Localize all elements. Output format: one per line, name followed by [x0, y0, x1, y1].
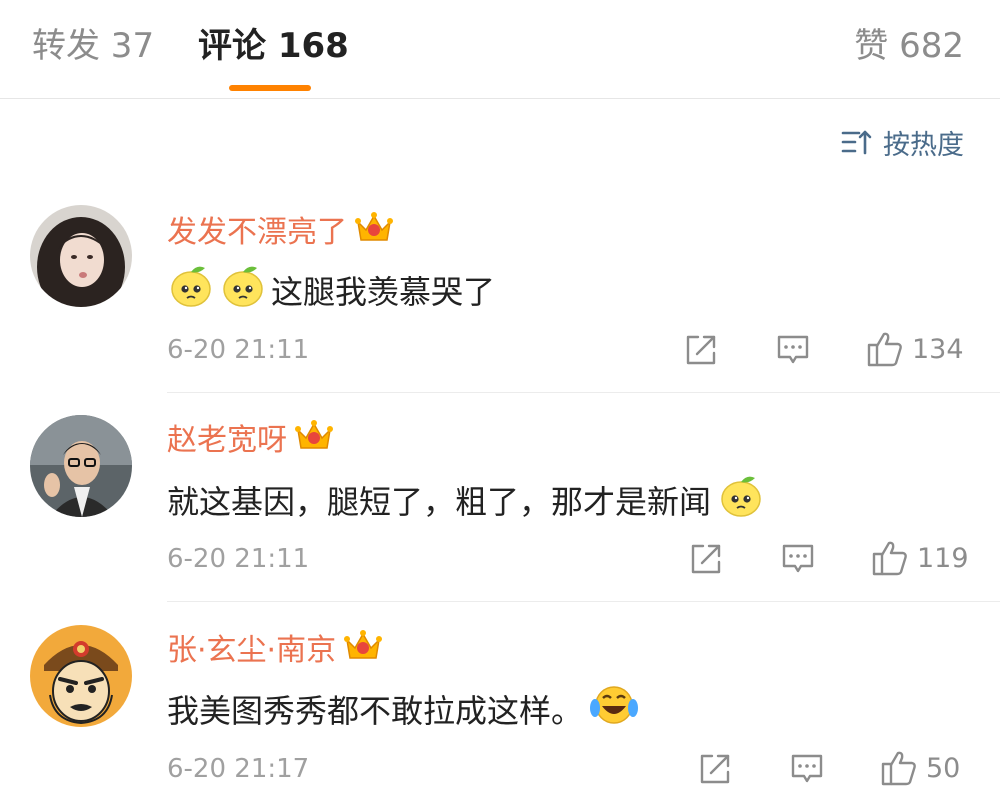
like-count: 119 [917, 542, 969, 574]
comment-time: 6-20 21:11 [167, 335, 310, 365]
comment-icon [791, 754, 823, 783]
vip-crown-icon [295, 418, 333, 463]
comment-icon [777, 335, 809, 364]
sort-button[interactable]: 按热度 [841, 120, 964, 164]
reply-button[interactable] [790, 753, 824, 785]
comment-content: 这腿我羡慕哭了 [167, 262, 495, 322]
reply-button[interactable] [781, 543, 815, 575]
comment-text: 我美图秀秀都不敢拉成这样。 [167, 692, 584, 730]
comment-time: 6-20 21:11 [167, 544, 310, 574]
username-text: 发发不漂亮了 [167, 214, 347, 250]
comment-username[interactable]: 赵老宽呀 [167, 418, 333, 463]
tab-comments[interactable]: 评论 168 [198, 22, 349, 70]
username-text: 赵老宽呀 [167, 422, 287, 458]
tab-repost[interactable]: 转发 37 [32, 22, 154, 70]
lemon-emoji-icon [717, 472, 765, 532]
avatar[interactable] [30, 205, 132, 307]
active-tab-indicator [229, 85, 311, 91]
like-button[interactable]: 50 [880, 749, 960, 787]
like-count: 134 [912, 333, 964, 365]
repost-icon [700, 754, 730, 784]
comment-icon [782, 544, 814, 573]
comment-username[interactable]: 张·玄尘·南京 [167, 628, 383, 673]
divider [167, 601, 1000, 602]
comment-username[interactable]: 发发不漂亮了 [167, 210, 393, 255]
sort-icon [841, 130, 872, 155]
avatar[interactable] [30, 415, 132, 517]
comment-text: 就这基因，腿短了，粗了，那才是新闻 [167, 483, 712, 521]
repost-button[interactable] [684, 333, 718, 367]
thumbs-up-icon [881, 751, 916, 786]
thumbs-up-icon [867, 332, 902, 367]
repost-icon [691, 544, 721, 574]
divider [167, 392, 1000, 393]
lemon-emoji-icon [219, 262, 267, 322]
repost-button[interactable] [689, 542, 723, 576]
thumbs-up-icon [872, 541, 907, 576]
comment-time: 6-20 21:17 [167, 754, 310, 784]
comment-text: 这腿我羡慕哭了 [271, 273, 496, 311]
comment-content: 我美图秀秀都不敢拉成这样。 [167, 682, 643, 740]
repost-button[interactable] [698, 752, 732, 786]
comment-content: 就这基因，腿短了，粗了，那才是新闻 [167, 472, 769, 532]
tab-likes[interactable]: 赞 682 [854, 22, 964, 70]
like-button[interactable]: 134 [866, 330, 964, 368]
laugh-cry-emoji-icon [589, 682, 639, 740]
comment-tabs: 转发 37 评论 168 赞 682 [0, 0, 1000, 99]
username-text: 张·玄尘·南京 [167, 632, 337, 668]
vip-crown-icon [344, 628, 383, 673]
avatar[interactable] [30, 625, 132, 727]
reply-button[interactable] [776, 334, 810, 366]
sort-label: 按热度 [883, 129, 964, 161]
lemon-emoji-icon [167, 262, 215, 322]
vip-crown-icon [355, 210, 393, 255]
repost-icon [686, 335, 716, 365]
like-button[interactable]: 119 [871, 539, 969, 577]
like-count: 50 [926, 752, 961, 784]
